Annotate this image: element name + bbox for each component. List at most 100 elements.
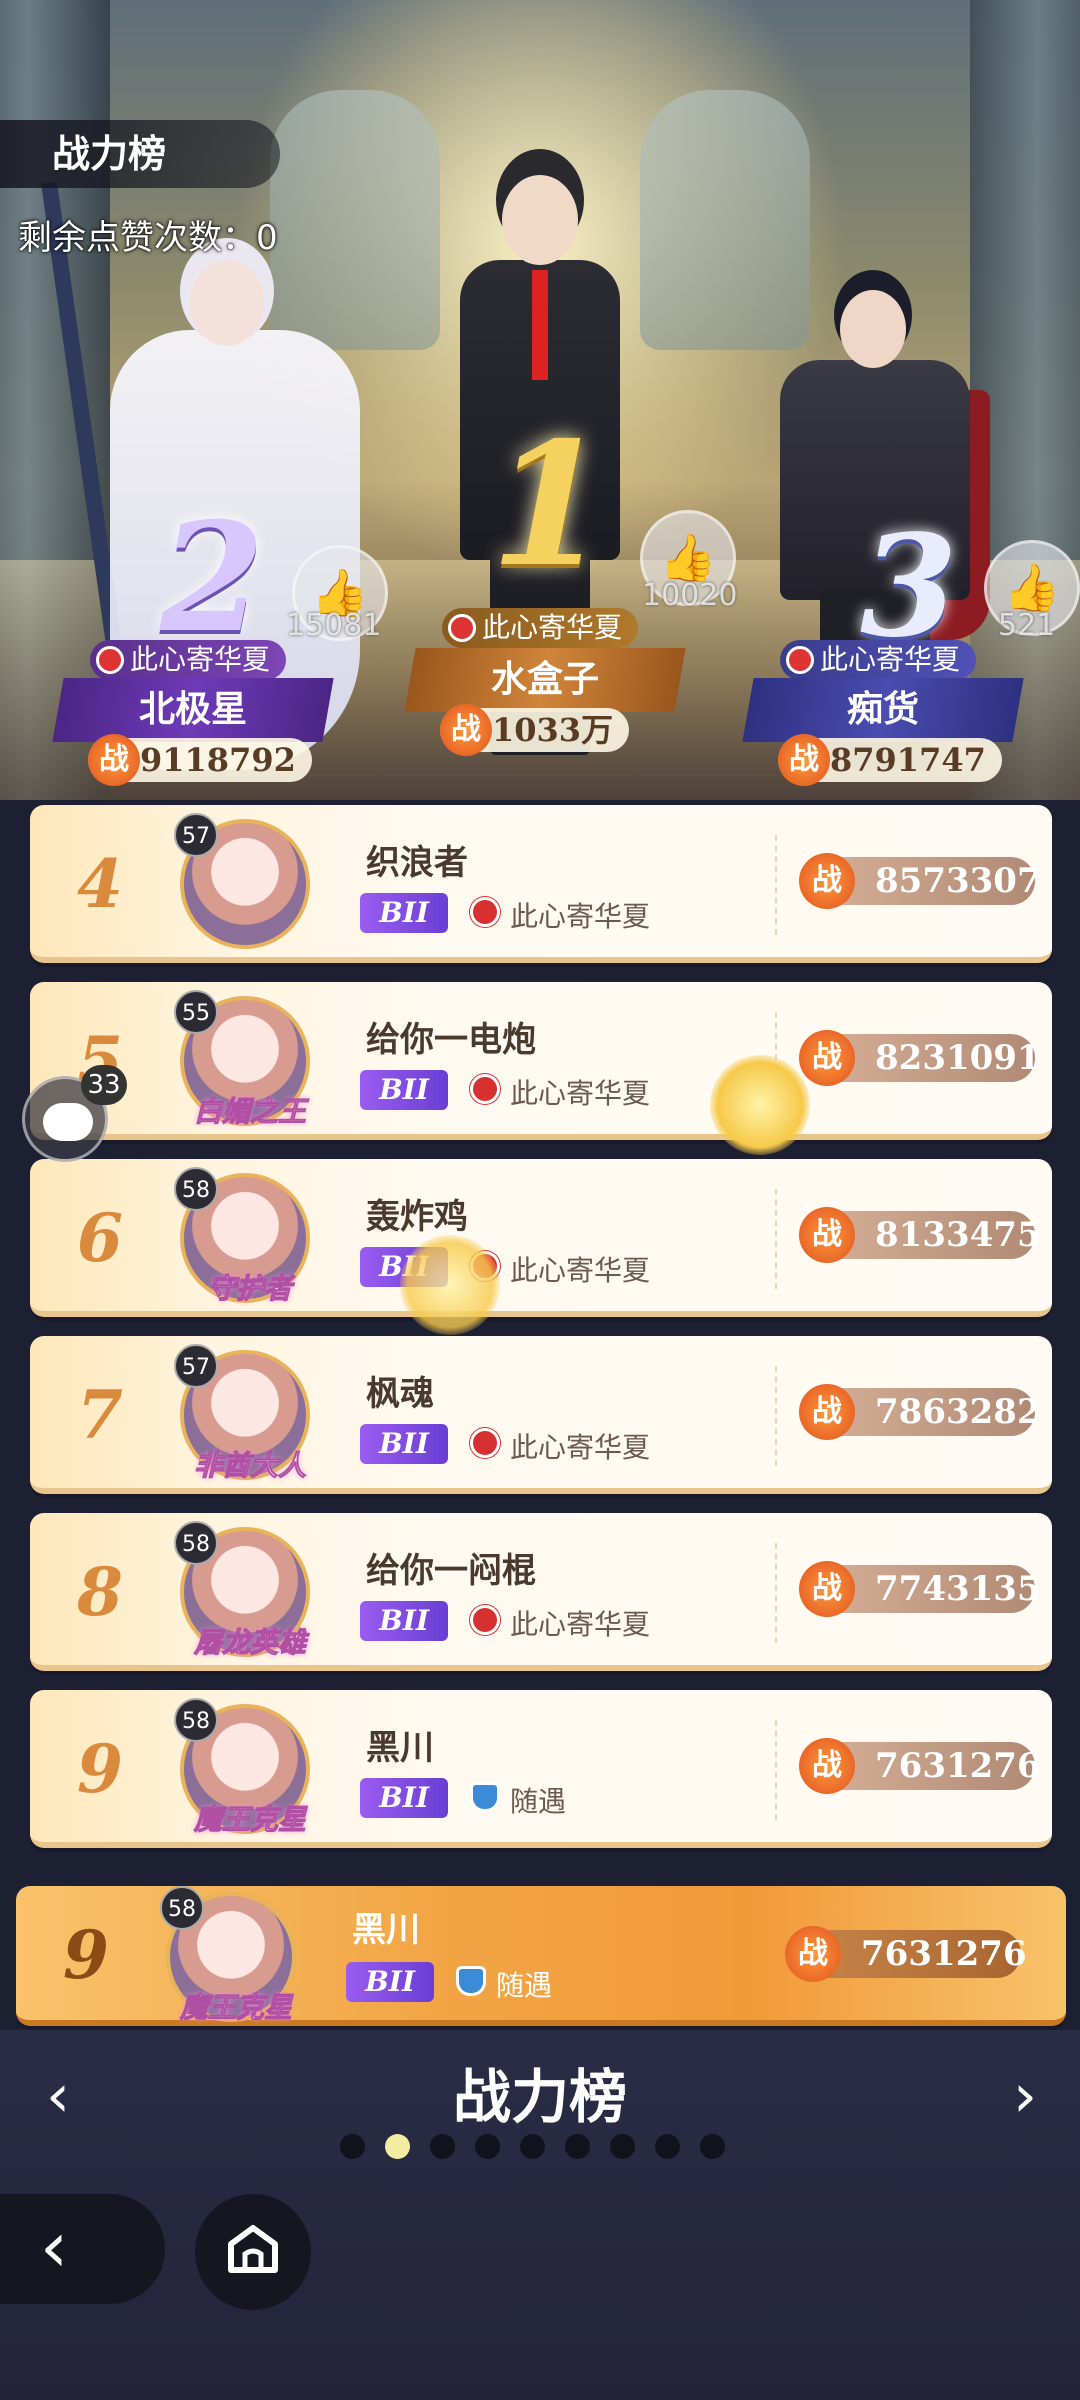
divider [775, 1720, 777, 1820]
name-plate-rank-2: 北极星 [52, 678, 334, 742]
player-name: 织浪者 [366, 843, 468, 883]
level-badge: 55 [174, 990, 218, 1034]
power-icon: 战 [778, 734, 830, 786]
level-badge: 58 [160, 1886, 204, 1930]
power-value: 战 7863282 [799, 1384, 1041, 1440]
list-item[interactable]: 9 58 魔王克星 黑川 BII 随遇 战 7631276 [30, 1690, 1052, 1848]
tier-badge: BII [360, 1778, 448, 1818]
tier-badge: BII [360, 1070, 448, 1110]
page-dot[interactable] [700, 2134, 725, 2159]
power-icon: 战 [799, 1738, 855, 1794]
guild-tag-rank-1: 此心寄华夏 [442, 608, 639, 648]
back-button[interactable]: ‹ [0, 2194, 165, 2304]
player-name: 黑川 [366, 1728, 434, 1768]
rank-number: 7 [77, 1376, 123, 1454]
level-badge: 57 [174, 1344, 218, 1388]
paw-icon [710, 1055, 810, 1155]
name-plate-rank-1: 水盒子 [404, 648, 686, 712]
power-value: 战 7631276 [785, 1926, 1027, 1982]
tier-badge: BII [360, 893, 448, 933]
guild-emblem-icon [470, 1074, 500, 1104]
rank-1-number: 1 [490, 405, 609, 605]
guild-name: 随遇 [510, 1785, 567, 1818]
rank-number: 4 [77, 845, 123, 923]
level-badge: 58 [174, 1167, 218, 1211]
back-arrow-icon: ‹ [40, 2206, 68, 2288]
page-dot[interactable] [340, 2134, 365, 2159]
shield-icon [470, 1782, 500, 1812]
list-item[interactable]: 4 57 织浪者 BII 此心寄华夏 战 8573307 [30, 805, 1052, 963]
level-badge: 57 [174, 813, 218, 857]
leaderboard-title: 战力榜 [0, 120, 280, 188]
page-dot[interactable] [430, 2134, 455, 2159]
page-dot-active[interactable] [385, 2134, 410, 2159]
avatar-title: 魔王克星 [193, 1803, 306, 1837]
rank-number: 9 [63, 1916, 109, 1994]
power-rank-2: 战 9118792 [88, 734, 312, 786]
like-count-rank-2: 15081 [286, 608, 382, 643]
level-badge: 58 [174, 1521, 218, 1565]
player-name: 给你一电炮 [366, 1020, 536, 1060]
player-name: 给你一闷棍 [366, 1551, 536, 1591]
power-icon: 战 [799, 1384, 855, 1440]
list-item[interactable]: 8 58 屠龙英雄 给你一闷棍 BII 此心寄华夏 战 7743135 [30, 1513, 1052, 1671]
page-indicator [340, 2134, 725, 2159]
guild-emblem-icon [96, 646, 124, 674]
divider [775, 1543, 777, 1643]
power-icon: 战 [799, 1207, 855, 1263]
likes-remaining: 剩余点赞次数：0 [18, 218, 278, 258]
page-dot[interactable] [565, 2134, 590, 2159]
self-rank-row[interactable]: 9 58 魔王克星 黑川 BII 随遇 战 7631276 [16, 1886, 1066, 2026]
list-item[interactable]: 5 55 白媚之王 给你一电炮 BII 此心寄华夏 战 8231091 [30, 982, 1052, 1140]
power-rank-3: 战 8791747 [778, 734, 1002, 786]
power-icon: 战 [799, 1561, 855, 1617]
list-item[interactable]: 7 57 非酋大人 枫魂 BII 此心寄华夏 战 7863282 [30, 1336, 1052, 1494]
like-count-rank-1: 10020 [642, 578, 738, 613]
guild-emblem-icon [470, 1428, 500, 1458]
home-icon [228, 2225, 278, 2273]
guild-name: 此心寄华夏 [510, 1431, 651, 1464]
guild-name: 此心寄华夏 [510, 1608, 651, 1641]
guild-tag-rank-3: 此心寄华夏 [780, 640, 977, 680]
guild-tag-rank-2: 此心寄华夏 [90, 640, 287, 680]
power-icon: 战 [440, 704, 492, 756]
avatar-title: 魔王克星 [179, 1991, 292, 2025]
tier-badge: BII [346, 1962, 434, 2002]
tier-badge: BII [360, 1424, 448, 1464]
name-plate-rank-3: 痴货 [742, 678, 1024, 742]
chat-button[interactable]: 33 [22, 1065, 127, 1162]
chevron-right-icon[interactable]: › [995, 2066, 1055, 2126]
rank-number: 6 [77, 1199, 123, 1277]
power-value: 战 7743135 [799, 1561, 1041, 1617]
power-rank-1: 战 1033万 [440, 704, 630, 756]
page-dot[interactable] [475, 2134, 500, 2159]
power-value: 战 8231091 [799, 1030, 1041, 1086]
shield-icon [456, 1966, 486, 1996]
page-title: 战力榜 [452, 2063, 627, 2131]
page-dot[interactable] [520, 2134, 545, 2159]
page-dot[interactable] [610, 2134, 635, 2159]
list-item[interactable]: 6 58 守护者 轰炸鸡 BII 此心寄华夏 战 8133475 [30, 1159, 1052, 1317]
page-dot[interactable] [655, 2134, 680, 2159]
power-value: 战 8573307 [799, 853, 1041, 909]
avatar-title: 屠龙英雄 [193, 1626, 306, 1660]
paw-icon [400, 1235, 500, 1335]
avatar-title: 守护者 [207, 1272, 292, 1306]
power-icon: 战 [785, 1926, 841, 1982]
guild-name: 随遇 [496, 1969, 553, 2002]
guild-emblem-icon [786, 646, 814, 674]
guild-name: 此心寄华夏 [510, 1077, 651, 1110]
level-badge: 58 [174, 1698, 218, 1742]
divider [775, 1366, 777, 1466]
divider [775, 835, 777, 935]
chat-count: 33 [81, 1065, 127, 1105]
player-name: 枫魂 [366, 1374, 434, 1414]
power-icon: 战 [799, 853, 855, 909]
home-button[interactable] [195, 2194, 311, 2310]
tier-badge: BII [360, 1601, 448, 1641]
rank-number: 9 [77, 1730, 123, 1808]
power-icon: 战 [799, 1030, 855, 1086]
power-value: 战 8133475 [799, 1207, 1041, 1263]
avatar-title: 非酋大人 [193, 1449, 306, 1483]
player-name: 轰炸鸡 [366, 1197, 468, 1237]
